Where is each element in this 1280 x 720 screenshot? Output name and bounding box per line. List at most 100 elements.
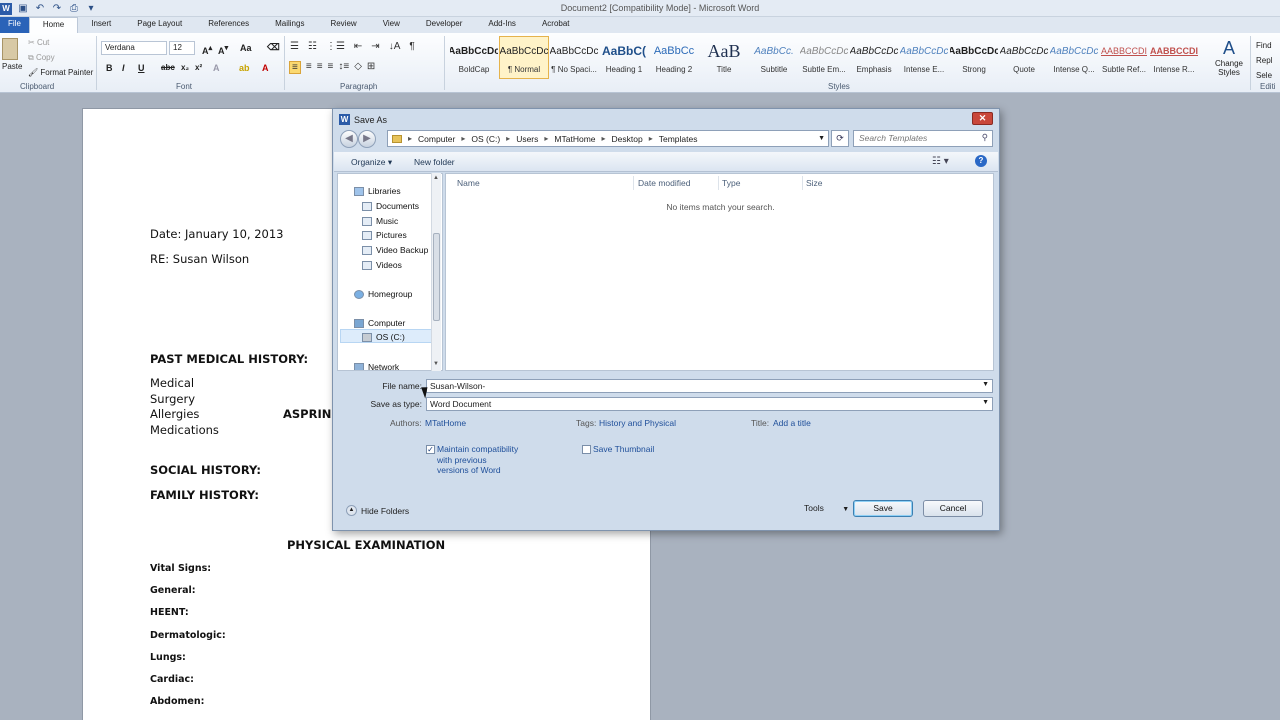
hide-folders-button[interactable]: ▲ Hide Folders: [346, 505, 409, 516]
style-intense-reference[interactable]: AABBCCDI Intense R...: [1149, 36, 1199, 79]
chevron-down-icon[interactable]: ▼: [982, 381, 989, 388]
tab-references[interactable]: References: [195, 17, 262, 33]
font-color-icon[interactable]: A: [262, 63, 269, 73]
borders-icon[interactable]: ⊞: [367, 61, 375, 74]
maintain-compatibility-label[interactable]: Maintain compatibility with previous ver…: [437, 444, 519, 476]
nav-pictures[interactable]: Pictures: [362, 230, 407, 240]
grow-font-icon[interactable]: A▴: [202, 43, 212, 56]
forward-arrow-icon[interactable]: ▶: [358, 130, 376, 148]
close-button[interactable]: ✕: [972, 112, 993, 125]
back-arrow-icon[interactable]: ◀: [340, 130, 358, 148]
scroll-down-icon[interactable]: ▼: [433, 361, 439, 367]
numbering-icon[interactable]: ☷: [308, 41, 317, 52]
underline-button[interactable]: U: [138, 63, 145, 73]
scroll-up-icon[interactable]: ▲: [433, 175, 439, 181]
style-quote[interactable]: AaBbCcDc Quote: [999, 36, 1049, 79]
copy-button[interactable]: ⧉ Copy: [28, 53, 55, 63]
refresh-icon[interactable]: ⟳: [831, 130, 849, 147]
save-as-type-select[interactable]: Word Document ▼: [426, 397, 993, 411]
text-effects-icon[interactable]: A: [213, 63, 220, 73]
tab-view[interactable]: View: [370, 17, 413, 33]
title-value[interactable]: Add a title: [773, 418, 811, 428]
column-date-modified[interactable]: Date modified: [638, 178, 690, 188]
save-thumbnail-label[interactable]: Save Thumbnail: [593, 444, 654, 455]
style-heading-2[interactable]: AaBbCc Heading 2: [649, 36, 699, 79]
nav-network[interactable]: Network: [354, 362, 399, 370]
cut-button[interactable]: ✂ Cut: [28, 38, 49, 47]
tab-acrobat[interactable]: Acrobat: [529, 17, 583, 33]
style-intense-quote[interactable]: AaBbCcDc Intense Q...: [1049, 36, 1099, 79]
view-options-icon[interactable]: ☷ ▾: [932, 156, 949, 167]
highlight-icon[interactable]: ab: [239, 63, 250, 73]
breadcrumb-templates[interactable]: Templates: [659, 134, 698, 144]
style-intense-emphasis[interactable]: AaBbCcDc Intense E...: [899, 36, 949, 79]
tab-file[interactable]: File: [0, 17, 29, 33]
file-name-input[interactable]: Susan-Wilson- ▼: [426, 379, 993, 393]
column-type[interactable]: Type: [722, 178, 740, 188]
tab-add-ins[interactable]: Add-Ins: [475, 17, 529, 33]
tab-home[interactable]: Home: [28, 17, 79, 33]
decrease-indent-icon[interactable]: ⇤: [354, 41, 362, 52]
font-size-box[interactable]: 12: [169, 41, 195, 55]
address-bar[interactable]: ▸ Computer ▸ OS (C:) ▸ Users ▸ MTatHome …: [387, 130, 829, 147]
new-folder-button[interactable]: New folder: [414, 157, 455, 167]
tab-page-layout[interactable]: Page Layout: [124, 17, 195, 33]
tags-value[interactable]: History and Physical: [599, 418, 676, 428]
authors-value[interactable]: MTatHome: [425, 418, 466, 428]
nav-os-c[interactable]: OS (C:): [362, 332, 405, 342]
style-title[interactable]: AaB Title: [699, 36, 749, 79]
nav-music[interactable]: Music: [362, 216, 398, 226]
change-styles-button[interactable]: A Change Styles: [1212, 38, 1246, 77]
multilevel-list-icon[interactable]: ⋮☰: [326, 41, 345, 52]
justify-icon[interactable]: ≡: [328, 61, 334, 74]
file-list[interactable]: Name Date modified Type Size No items ma…: [445, 173, 994, 371]
increase-indent-icon[interactable]: ⇥: [371, 41, 379, 52]
replace-button[interactable]: Repl: [1256, 53, 1272, 68]
align-right-icon[interactable]: ≡: [317, 61, 323, 74]
find-button[interactable]: Find: [1256, 38, 1272, 53]
nav-videos[interactable]: Videos: [362, 260, 402, 270]
breadcrumb-computer[interactable]: Computer: [418, 134, 455, 144]
maintain-compatibility-checkbox[interactable]: ✓: [426, 445, 435, 454]
show-marks-icon[interactable]: ¶: [409, 41, 414, 52]
strikethrough-button[interactable]: abc: [161, 63, 175, 72]
style-strong[interactable]: AaBbCcDc Strong: [949, 36, 999, 79]
tab-review[interactable]: Review: [317, 17, 369, 33]
change-case-icon[interactable]: Aa: [240, 43, 252, 53]
font-name-box[interactable]: Verdana: [101, 41, 167, 55]
style-no-spacing[interactable]: AaBbCcDc ¶ No Spaci...: [549, 36, 599, 79]
style-subtle-emphasis[interactable]: AaBbCcDc Subtle Em...: [799, 36, 849, 79]
shading-icon[interactable]: ◇: [354, 61, 362, 74]
bullets-icon[interactable]: ☰: [290, 41, 299, 52]
style-heading-1[interactable]: AaBbC(Heading 1: [599, 36, 649, 79]
select-button[interactable]: Sele: [1256, 68, 1272, 83]
line-spacing-icon[interactable]: ↕≡: [338, 61, 349, 74]
style-boldcap[interactable]: AaBbCcDc BoldCap: [449, 36, 499, 79]
scroll-thumb[interactable]: [433, 233, 440, 321]
cancel-button[interactable]: Cancel: [923, 500, 983, 517]
style-normal[interactable]: AaBbCcDc ¶ Normal: [499, 36, 549, 79]
shrink-font-icon[interactable]: A▾: [218, 43, 228, 56]
breadcrumb-os-c[interactable]: OS (C:): [471, 134, 500, 144]
style-emphasis[interactable]: AaBbCcDc Emphasis: [849, 36, 899, 79]
format-painter-button[interactable]: 🖌 Format Painter: [28, 68, 93, 77]
nav-homegroup[interactable]: Homegroup: [354, 289, 412, 299]
align-center-icon[interactable]: ≡: [306, 61, 312, 74]
bold-button[interactable]: B: [106, 63, 113, 73]
breadcrumb-users[interactable]: Users: [516, 134, 538, 144]
sort-icon[interactable]: ↓A: [389, 41, 401, 52]
search-input[interactable]: Search Templates ⚲: [853, 130, 993, 147]
nav-libraries[interactable]: Libraries: [354, 186, 401, 196]
tab-mailings[interactable]: Mailings: [262, 17, 317, 33]
breadcrumb-mtathome[interactable]: MTatHome: [554, 134, 595, 144]
save-button[interactable]: Save: [853, 500, 913, 517]
clear-formatting-icon[interactable]: ⌫: [267, 42, 280, 53]
nav-scrollbar[interactable]: ▲ ▼: [431, 173, 441, 371]
tools-button[interactable]: Tools ▼: [804, 503, 849, 513]
chevron-down-icon[interactable]: ▼: [818, 135, 825, 142]
tab-developer[interactable]: Developer: [413, 17, 475, 33]
column-name[interactable]: Name: [457, 178, 480, 188]
organize-button[interactable]: Organize ▾: [351, 157, 392, 168]
breadcrumb-desktop[interactable]: Desktop: [612, 134, 643, 144]
help-icon[interactable]: ?: [975, 155, 987, 167]
